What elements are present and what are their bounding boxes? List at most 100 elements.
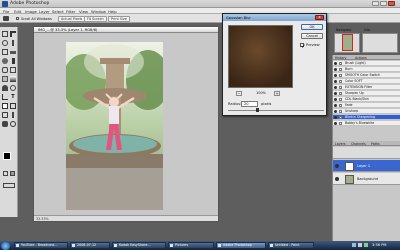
slice-tool-icon[interactable] bbox=[10, 51, 16, 54]
eyedropper-tool-icon[interactable] bbox=[12, 112, 14, 118]
history-item[interactable]: Burn bbox=[333, 67, 400, 72]
history-checkbox[interactable] bbox=[339, 73, 343, 77]
eye-icon[interactable] bbox=[334, 104, 337, 107]
history-item[interactable]: Bobby's Bluewhite bbox=[333, 121, 400, 126]
eraser-tool-icon[interactable] bbox=[2, 76, 8, 82]
taskbar-button[interactable]: Untitled - Paint bbox=[268, 242, 314, 249]
taskbar-button[interactable]: YouTube - Broadcast… bbox=[14, 242, 68, 249]
scroll-all-checkbox[interactable] bbox=[16, 17, 19, 20]
eye-icon[interactable] bbox=[334, 74, 337, 77]
maximize-button[interactable] bbox=[380, 1, 387, 6]
document-titlebar[interactable]: IMG_…@ 33.3% (Layer 1, RGB/8) bbox=[34, 27, 218, 33]
actual-pixels-button[interactable]: Actual Pixels bbox=[58, 15, 86, 22]
hand-tool-icon[interactable] bbox=[2, 121, 8, 127]
start-button[interactable] bbox=[1, 241, 10, 250]
dodge-tool-icon[interactable] bbox=[2, 85, 8, 91]
blur-tool-icon[interactable] bbox=[10, 85, 16, 91]
history-checkbox[interactable] bbox=[339, 91, 343, 95]
tab-info[interactable]: Info bbox=[364, 28, 370, 32]
tab-history[interactable]: History bbox=[335, 56, 346, 60]
eye-icon[interactable] bbox=[334, 68, 337, 71]
eye-icon[interactable] bbox=[334, 116, 337, 119]
history-checkbox[interactable] bbox=[339, 121, 343, 125]
history-checkbox[interactable] bbox=[339, 115, 343, 119]
navigator-view-box[interactable] bbox=[342, 34, 353, 51]
taskbar-button[interactable]: Adobe Photoshop bbox=[216, 242, 266, 249]
brush-tool-icon[interactable] bbox=[12, 58, 15, 64]
history-checkbox[interactable] bbox=[339, 67, 343, 71]
taskbar-button[interactable]: Pictures bbox=[168, 242, 214, 249]
eye-icon[interactable] bbox=[335, 164, 339, 168]
tab-layers[interactable]: Layers bbox=[335, 142, 346, 146]
standard-mode-icon[interactable] bbox=[3, 171, 8, 176]
tab-paths[interactable]: Paths bbox=[371, 142, 380, 146]
zoom-in-button[interactable]: + bbox=[274, 91, 280, 96]
network-icon[interactable] bbox=[352, 243, 356, 247]
minimize-button[interactable] bbox=[372, 1, 379, 6]
gradient-tool-icon[interactable] bbox=[10, 76, 16, 82]
history-item[interactable]: Blinkin Sharpening bbox=[333, 115, 400, 120]
history-checkbox[interactable] bbox=[339, 109, 343, 113]
zoom-tool-icon[interactable] bbox=[10, 121, 16, 127]
history-item[interactable]: Unsharp bbox=[333, 109, 400, 114]
eye-icon[interactable] bbox=[334, 62, 337, 65]
healing-brush-icon[interactable] bbox=[2, 58, 8, 64]
history-item[interactable]: Fade bbox=[333, 103, 400, 108]
history-checkbox[interactable] bbox=[339, 97, 343, 101]
clone-stamp-icon[interactable] bbox=[2, 67, 8, 73]
blur-preview-window[interactable] bbox=[228, 25, 293, 88]
eye-icon[interactable] bbox=[334, 98, 337, 101]
crop-tool-icon[interactable] bbox=[2, 49, 8, 55]
radius-slider-thumb[interactable] bbox=[256, 108, 259, 112]
move-tool-icon[interactable] bbox=[10, 31, 16, 37]
history-item[interactable]: Sharpen Up bbox=[333, 91, 400, 96]
tab-actions[interactable]: Actions bbox=[355, 56, 367, 60]
history-checkbox[interactable] bbox=[339, 103, 343, 107]
document-photo[interactable] bbox=[66, 42, 163, 210]
radius-slider-track[interactable] bbox=[228, 110, 324, 111]
cancel-button[interactable]: Cancel bbox=[301, 33, 323, 39]
history-item[interactable]: SMOOTH Color Switch bbox=[333, 73, 400, 78]
close-button[interactable] bbox=[388, 1, 395, 6]
history-checkbox[interactable] bbox=[339, 85, 343, 89]
fit-screen-button[interactable]: Fit Screen bbox=[84, 15, 107, 22]
eye-icon[interactable] bbox=[334, 92, 337, 95]
preview-checkbox[interactable] bbox=[300, 43, 305, 48]
eye-icon[interactable] bbox=[334, 80, 337, 83]
volume-icon[interactable] bbox=[358, 243, 362, 247]
notes-tool-icon[interactable] bbox=[2, 112, 8, 118]
dialog-close-button[interactable]: x bbox=[315, 15, 324, 20]
screen-mode-icon[interactable] bbox=[3, 183, 15, 188]
history-checkbox[interactable] bbox=[339, 79, 343, 83]
eye-icon[interactable] bbox=[335, 177, 339, 181]
layer-row[interactable]: Layer 1 bbox=[333, 160, 400, 172]
foreground-color-swatch[interactable] bbox=[3, 152, 11, 160]
layer-row[interactable]: Background bbox=[333, 173, 400, 185]
tab-channels[interactable]: Channels bbox=[351, 142, 366, 146]
taskbar-button[interactable]: Kodak EasyShare… bbox=[112, 242, 166, 249]
eye-icon[interactable] bbox=[334, 122, 337, 125]
print-size-button[interactable]: Print Size bbox=[108, 15, 130, 22]
history-checkbox[interactable] bbox=[339, 61, 343, 65]
marquee-tool-icon[interactable] bbox=[2, 31, 8, 37]
path-selection-icon[interactable] bbox=[2, 103, 8, 109]
tab-navigator[interactable]: Navigator bbox=[336, 28, 352, 32]
pen-tool-icon[interactable] bbox=[2, 94, 8, 100]
history-brush-icon[interactable] bbox=[10, 67, 16, 73]
dialog-titlebar[interactable]: Gaussian Blur x bbox=[223, 14, 326, 21]
radius-input[interactable]: 20 bbox=[241, 100, 258, 107]
ok-button[interactable]: OK bbox=[301, 24, 323, 30]
taskbar-button[interactable]: 2008-07-12 bbox=[70, 242, 110, 249]
history-item[interactable]: EXTENSION Filter bbox=[333, 85, 400, 90]
lasso-tool-icon[interactable] bbox=[2, 40, 8, 46]
type-tool-icon[interactable]: T bbox=[10, 94, 16, 100]
quickmask-mode-icon[interactable] bbox=[10, 171, 15, 176]
shape-tool-icon[interactable] bbox=[10, 103, 16, 109]
layer-blend-controls[interactable] bbox=[333, 147, 400, 159]
history-item[interactable]: CDL Black/Skin bbox=[333, 97, 400, 102]
zoom-out-button[interactable]: − bbox=[236, 91, 242, 96]
history-item[interactable]: Color SOFT bbox=[333, 79, 400, 84]
tray-app-icon[interactable] bbox=[364, 243, 368, 247]
eye-icon[interactable] bbox=[334, 86, 337, 89]
history-item[interactable]: Brush (Light) bbox=[333, 61, 400, 66]
